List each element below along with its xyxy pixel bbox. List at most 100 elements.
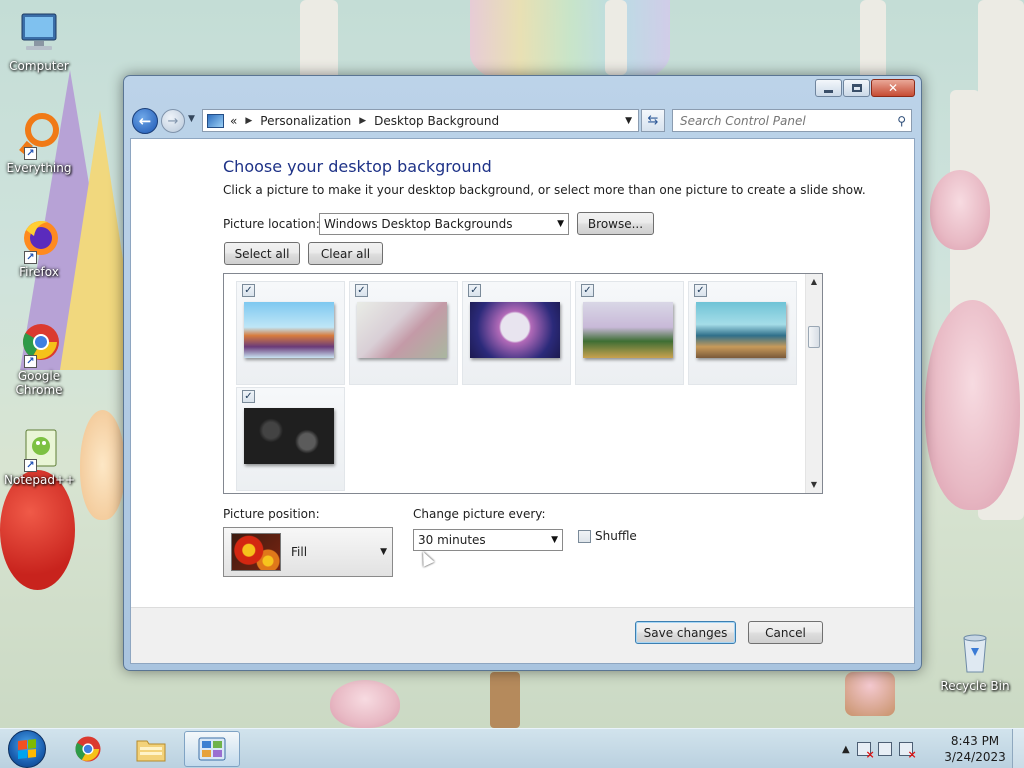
position-preview-image bbox=[231, 533, 281, 571]
desktop-background-window: ✕ ← → ▼ « ▶ Personalization ▶ Desktop Ba… bbox=[123, 75, 922, 671]
browse-button[interactable]: Browse... bbox=[577, 212, 654, 235]
cancel-button[interactable]: Cancel bbox=[748, 621, 823, 644]
address-bar[interactable]: « ▶ Personalization ▶ Desktop Background… bbox=[202, 109, 639, 132]
show-hidden-icons-icon[interactable]: ▲ bbox=[842, 744, 850, 755]
desktop-icon-chrome[interactable]: ↗ Google Chrome bbox=[4, 320, 74, 397]
shortcut-arrow-icon: ↗ bbox=[24, 251, 37, 264]
breadcrumb-overflow[interactable]: « bbox=[230, 114, 237, 128]
wallpaper-thumbnail[interactable]: ✓ bbox=[349, 281, 458, 385]
wallpaper-gallery: ✓ ✓ ✓ ✓ ✓ ✓ ▲ ▼ bbox=[223, 273, 823, 494]
clear-all-button[interactable]: Clear all bbox=[308, 242, 383, 265]
breadcrumb-desktop-background[interactable]: Desktop Background bbox=[374, 114, 499, 128]
navigation-bar: ← → ▼ « ▶ Personalization ▶ Desktop Back… bbox=[130, 106, 915, 136]
search-box[interactable]: ⚲ bbox=[672, 109, 912, 132]
wallpaper-thumbnail[interactable]: ✓ bbox=[688, 281, 797, 385]
maximize-icon bbox=[851, 84, 862, 92]
desktop-icon-notepadpp[interactable]: ↗ Notepad++ bbox=[4, 424, 75, 487]
chevron-down-icon: ▼ bbox=[551, 535, 558, 545]
wallpaper-thumbnail[interactable]: ✓ bbox=[236, 281, 345, 385]
action-center-icon[interactable] bbox=[856, 742, 875, 761]
forward-button[interactable]: → bbox=[161, 109, 185, 133]
content-area: Choose your desktop background Click a p… bbox=[130, 138, 915, 664]
refresh-button[interactable]: ⇆ bbox=[641, 109, 665, 132]
system-tray: ▲ bbox=[842, 729, 917, 768]
folder-icon bbox=[136, 740, 166, 762]
picture-position-label: Picture position: bbox=[223, 507, 320, 521]
change-picture-label: Change picture every: bbox=[413, 507, 546, 521]
firefox-icon: ↗ bbox=[16, 216, 62, 264]
start-button[interactable] bbox=[8, 730, 46, 768]
address-dropdown-icon[interactable]: ▼ bbox=[625, 116, 632, 126]
scroll-up-icon[interactable]: ▲ bbox=[806, 274, 822, 290]
breadcrumb-separator-icon[interactable]: ▶ bbox=[245, 116, 252, 126]
desktop-icon-label: Google Chrome bbox=[15, 369, 63, 397]
thumbnail-checkbox[interactable]: ✓ bbox=[468, 284, 481, 297]
thumbnail-checkbox[interactable]: ✓ bbox=[581, 284, 594, 297]
network-icon[interactable] bbox=[877, 742, 892, 756]
minimize-button[interactable] bbox=[815, 79, 842, 97]
taskbar-control-panel[interactable] bbox=[184, 731, 240, 767]
thumbnail-checkbox[interactable]: ✓ bbox=[242, 390, 255, 403]
desktop-icon-label: Firefox bbox=[19, 265, 59, 279]
wallpaper-tree bbox=[950, 90, 980, 330]
close-button[interactable]: ✕ bbox=[871, 79, 915, 97]
refresh-icon: ⇆ bbox=[647, 113, 659, 128]
scrollbar-thumb[interactable] bbox=[808, 326, 820, 348]
wallpaper-thumbnail[interactable]: ✓ bbox=[462, 281, 571, 385]
desktop-icon-computer[interactable]: Computer bbox=[4, 10, 74, 73]
wallpaper-thumbnail[interactable]: ✓ bbox=[236, 387, 345, 491]
shuffle-option[interactable]: Shuffle bbox=[578, 529, 637, 543]
thumbnail-checkbox[interactable]: ✓ bbox=[694, 284, 707, 297]
maximize-button[interactable] bbox=[843, 79, 870, 97]
wallpaper-doll bbox=[80, 410, 125, 520]
breadcrumb-personalization[interactable]: Personalization bbox=[260, 114, 351, 128]
everything-icon: ↗ bbox=[16, 112, 62, 160]
volume-icon[interactable] bbox=[898, 742, 917, 761]
chrome-icon bbox=[75, 736, 101, 762]
save-changes-button[interactable]: Save changes bbox=[635, 621, 736, 644]
wallpaper-image bbox=[244, 408, 334, 464]
taskbar-explorer[interactable] bbox=[123, 731, 179, 767]
wallpaper-tree bbox=[860, 0, 886, 80]
notepadpp-icon: ↗ bbox=[16, 424, 62, 472]
clock-date: 3/24/2023 bbox=[944, 750, 1006, 764]
wallpaper-flower bbox=[930, 170, 990, 250]
wallpaper-stem bbox=[490, 672, 520, 728]
picture-position-select[interactable]: Fill ▼ bbox=[223, 527, 393, 577]
show-desktop-button[interactable] bbox=[1012, 729, 1024, 768]
back-arrow-icon: ← bbox=[138, 112, 152, 130]
chevron-down-icon: ▼ bbox=[380, 547, 387, 557]
breadcrumb-separator-icon[interactable]: ▶ bbox=[359, 116, 366, 126]
wallpaper-thumbnail[interactable]: ✓ bbox=[575, 281, 684, 385]
clock-time: 8:43 PM bbox=[950, 734, 1000, 748]
picture-position-value: Fill bbox=[291, 545, 308, 559]
change-picture-interval-select[interactable]: 30 minutes ▼ bbox=[413, 529, 563, 551]
gallery-scrollbar[interactable]: ▲ ▼ bbox=[805, 274, 822, 493]
thumbnail-checkbox[interactable]: ✓ bbox=[242, 284, 255, 297]
recent-pages-dropdown[interactable]: ▼ bbox=[188, 114, 195, 124]
wallpaper-flower bbox=[330, 680, 400, 728]
page-instructions: Click a picture to make it your desktop … bbox=[223, 183, 866, 197]
taskbar-clock[interactable]: 8:43 PM 3/24/2023 bbox=[940, 733, 1010, 765]
back-button[interactable]: ← bbox=[132, 108, 158, 134]
control-panel-icon bbox=[207, 113, 224, 128]
search-input[interactable] bbox=[680, 113, 880, 128]
thumbnail-checkbox[interactable]: ✓ bbox=[355, 284, 368, 297]
desktop-icon-recycle-bin[interactable]: Recycle Bin bbox=[940, 630, 1010, 693]
taskbar: ▲ 8:43 PM 3/24/2023 bbox=[0, 728, 1024, 768]
wallpaper-image bbox=[583, 302, 673, 358]
desktop-icon-everything[interactable]: ↗ Everything bbox=[4, 112, 74, 175]
shuffle-checkbox[interactable] bbox=[578, 529, 591, 543]
wallpaper-tree bbox=[300, 0, 338, 80]
select-all-button[interactable]: Select all bbox=[224, 242, 300, 265]
taskbar-chrome[interactable] bbox=[60, 731, 116, 767]
picture-location-select[interactable]: Windows Desktop Backgrounds ▼ bbox=[319, 213, 569, 235]
recycle-bin-icon bbox=[952, 630, 998, 676]
close-icon: ✕ bbox=[887, 81, 899, 95]
wallpaper-cupcake bbox=[845, 672, 895, 716]
search-icon[interactable]: ⚲ bbox=[897, 114, 906, 128]
wallpaper-image bbox=[357, 302, 447, 358]
desktop-icon-label: Everything bbox=[6, 161, 72, 175]
scroll-down-icon[interactable]: ▼ bbox=[806, 477, 822, 493]
desktop-icon-firefox[interactable]: ↗ Firefox bbox=[4, 216, 74, 279]
